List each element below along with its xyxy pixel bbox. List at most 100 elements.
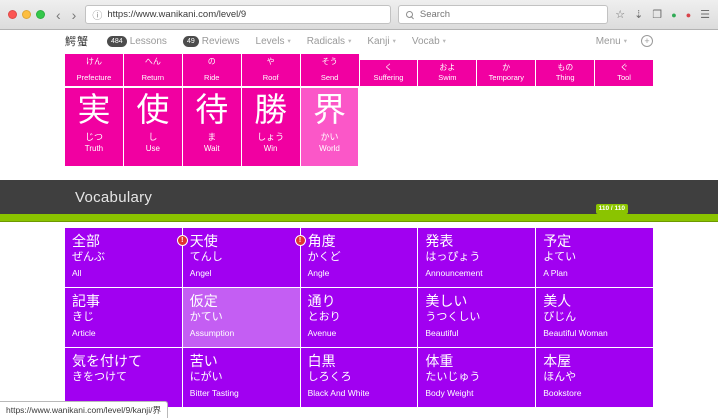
- kanji-reading: の: [207, 57, 216, 66]
- kanji-tile[interactable]: 勝 しょう Win: [241, 88, 300, 166]
- vocab-tile[interactable]: 美しい うつくしい Beautiful: [418, 288, 536, 347]
- wanikani-logo[interactable]: 鰐蟹: [65, 33, 89, 49]
- vocab-meaning: Bookstore: [543, 388, 582, 398]
- vocab-tile[interactable]: 全部 ぜんぶ All: [65, 228, 182, 287]
- add-button[interactable]: +: [641, 35, 653, 47]
- extension-red-icon[interactable]: ●: [686, 10, 691, 20]
- vocab-reading: とおり: [307, 311, 341, 323]
- vocab-tile-highlighted[interactable]: 仮定 かてい Assumption: [182, 288, 300, 347]
- toolbar-icons: ☆ ⇣ ❐ ● ● ☰: [615, 8, 710, 21]
- kanji-tile[interactable]: 実 じつ Truth: [65, 88, 123, 166]
- kanji-section: けん Prefecture へん Return の Ride や Roof そう…: [65, 54, 654, 166]
- kanji-tile[interactable]: く Suffering: [359, 60, 418, 86]
- nav-radicals[interactable]: Radicals ▾: [307, 36, 352, 47]
- kanji-meaning: Return: [141, 73, 165, 82]
- hamburger-menu-icon[interactable]: ☰: [700, 8, 710, 21]
- vocab-word: 本屋: [543, 353, 572, 369]
- vocab-word: 角度: [307, 233, 336, 249]
- kanji-meaning: Suffering: [373, 73, 404, 82]
- kanji-tile[interactable]: そう Send: [300, 54, 359, 86]
- nav-radicals-label: Radicals: [306, 35, 346, 47]
- vocab-meaning: All: [72, 268, 82, 278]
- reviews-count-badge: 49: [182, 35, 199, 47]
- vocab-tile[interactable]: 美人 びじん Beautiful Woman: [536, 288, 653, 347]
- chevron-down-icon: ▾: [348, 38, 352, 45]
- minimize-window-button[interactable]: [22, 10, 31, 19]
- vocab-reading: ほんや: [543, 371, 577, 383]
- vocab-tile[interactable]: ! 天使 てんし Angel: [176, 228, 300, 287]
- bookmark-star-icon[interactable]: ☆: [615, 8, 625, 21]
- vocab-meaning: Bitter Tasting: [189, 388, 239, 398]
- kanji-reading: へん: [144, 57, 161, 66]
- back-button[interactable]: ‹: [54, 8, 63, 22]
- nav-levels[interactable]: Levels ▾: [256, 36, 291, 47]
- nav-vocab[interactable]: Vocab ▾: [412, 36, 446, 47]
- kanji-tile-hovered[interactable]: 界 かい World: [300, 88, 359, 166]
- vocab-reading: かてい: [189, 311, 223, 323]
- close-window-button[interactable]: [8, 10, 17, 19]
- kanji-tile[interactable]: けん Prefecture: [65, 54, 123, 86]
- nav-vocab-label: Vocab: [411, 35, 440, 47]
- search-input[interactable]: [419, 9, 601, 20]
- site-info-icon[interactable]: ⓘ: [92, 7, 102, 22]
- extension-green-icon[interactable]: ●: [671, 10, 676, 20]
- vocab-word: 白黒: [307, 353, 336, 369]
- kanji-tile[interactable]: 待 ま Wait: [182, 88, 241, 166]
- vocab-tile[interactable]: 気を付けて きをつけて: [65, 348, 182, 407]
- forward-button[interactable]: ›: [70, 8, 79, 22]
- kanji-reading: し: [148, 132, 158, 142]
- kanji-tile[interactable]: の Ride: [182, 54, 241, 86]
- kanji-meaning: Tool: [617, 73, 631, 82]
- address-bar[interactable]: ⓘ: [85, 5, 391, 24]
- status-url: https://www.wanikani.com/level/9/kanji/界: [6, 405, 161, 415]
- nav-menu[interactable]: Menu ▾: [596, 36, 627, 47]
- kanji-tile[interactable]: や Roof: [241, 54, 300, 86]
- vocab-meaning: Angle: [307, 268, 330, 278]
- vocab-word: 天使: [189, 233, 218, 249]
- kanji-reading: もの: [557, 63, 574, 72]
- vocab-word: 体重: [425, 353, 454, 369]
- vocab-tile[interactable]: ! 角度 かくど Angle: [294, 228, 418, 287]
- vocab-tile[interactable]: 本屋 ほんや Bookstore: [536, 348, 653, 407]
- kanji-tile[interactable]: へん Return: [123, 54, 182, 86]
- kanji-row-partial: けん Prefecture へん Return の Ride や Roof そう…: [65, 54, 654, 86]
- kanji-tile[interactable]: もの Thing: [536, 60, 595, 86]
- vocab-reading: たいじゅう: [425, 371, 481, 383]
- vocab-reading: はっぴょう: [425, 251, 481, 263]
- vocab-meaning: Beautiful Woman: [543, 328, 608, 338]
- vocab-reading: よてい: [543, 251, 577, 263]
- kanji-meaning: Prefecture: [76, 73, 112, 82]
- vocab-tile[interactable]: 発表 はっぴょう Announcement: [418, 228, 536, 287]
- window-controls: [8, 10, 45, 19]
- kanji-meaning: Thing: [555, 73, 575, 82]
- vocab-word: 仮定: [189, 293, 218, 309]
- nav-reviews[interactable]: 49 Reviews: [182, 35, 240, 47]
- vocab-tile[interactable]: 通り とおり Avenue: [300, 288, 418, 347]
- kanji-tile[interactable]: 使 し Use: [123, 88, 182, 166]
- vocab-reading: しろくろ: [307, 371, 352, 383]
- nav-kanji[interactable]: Kanji ▾: [367, 36, 396, 47]
- kanji-tile[interactable]: か Temporary: [477, 60, 536, 86]
- kanji-meaning: World: [319, 144, 340, 153]
- browser-toolbar: ‹ › ⓘ ☆ ⇣ ❐ ● ● ☰: [0, 0, 718, 30]
- alert-badge-icon: !: [294, 235, 306, 246]
- vocab-tile[interactable]: 予定 よてい A Plan: [536, 228, 653, 287]
- vocab-tile[interactable]: 白黒 しろくろ Black And White: [300, 348, 418, 407]
- vocab-reading: にがい: [189, 371, 223, 383]
- progress-fill: [0, 214, 718, 222]
- kanji-tile[interactable]: およ Swim: [418, 60, 477, 86]
- nav-lessons[interactable]: 484 Lessons: [107, 35, 167, 47]
- lessons-count-badge: 484: [107, 35, 127, 47]
- sidebar-icon[interactable]: ❐: [652, 8, 662, 21]
- kanji-meaning: Ride: [204, 73, 220, 82]
- kanji-tile[interactable]: ぐ Tool: [595, 60, 654, 86]
- url-input[interactable]: [107, 9, 384, 20]
- vocab-tile[interactable]: 記事 きじ Article: [65, 288, 182, 347]
- zoom-window-button[interactable]: [36, 10, 45, 19]
- search-bar[interactable]: [397, 5, 609, 24]
- vocab-meaning: Black And White: [307, 388, 370, 398]
- vocab-tile[interactable]: 苦い にがい Bitter Tasting: [182, 348, 300, 407]
- vocab-meaning: Angel: [189, 268, 212, 278]
- vocab-tile[interactable]: 体重 たいじゅう Body Weight: [418, 348, 536, 407]
- download-icon[interactable]: ⇣: [634, 8, 643, 21]
